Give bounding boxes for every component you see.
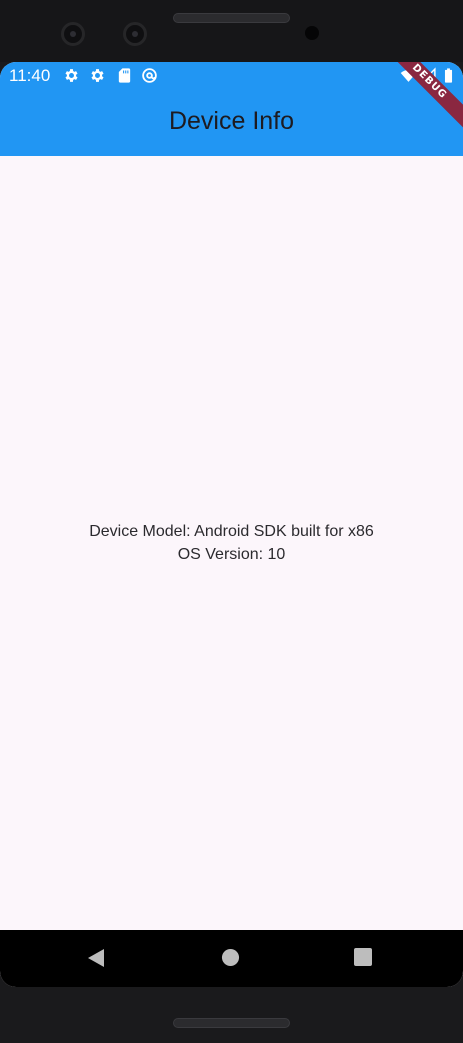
back-icon[interactable] [86,948,106,968]
device-model-text: Device Model: Android SDK built for x86 [89,523,374,540]
battery-icon [444,68,453,83]
front-camera [61,22,85,46]
recents-icon[interactable] [354,948,372,966]
gear-icon [65,69,78,82]
earpiece-speaker [173,13,290,23]
os-version-text: OS Version: 10 [177,546,286,563]
bottom-speaker [173,1018,290,1028]
sd-card-icon [118,68,131,83]
gear-icon [91,69,104,82]
status-time: 11:40 [9,66,51,85]
at-sign-icon [142,68,157,83]
device-top-bezel [0,0,463,62]
status-bar: 11:40 [0,62,463,90]
device-frame: 11:40 Device Info DEBUG Device Model: An… [0,0,463,1043]
front-camera-secondary [123,22,147,46]
device-info-content: Device Model: Android SDK built for x86 … [0,156,463,930]
navigation-bar [0,930,463,987]
proximity-sensor [305,26,319,40]
app-bar: Device Info [0,90,463,156]
screen: 11:40 Device Info DEBUG Device Model: An… [0,62,463,987]
page-title: Device Info [168,106,295,135]
home-icon[interactable] [221,948,240,967]
